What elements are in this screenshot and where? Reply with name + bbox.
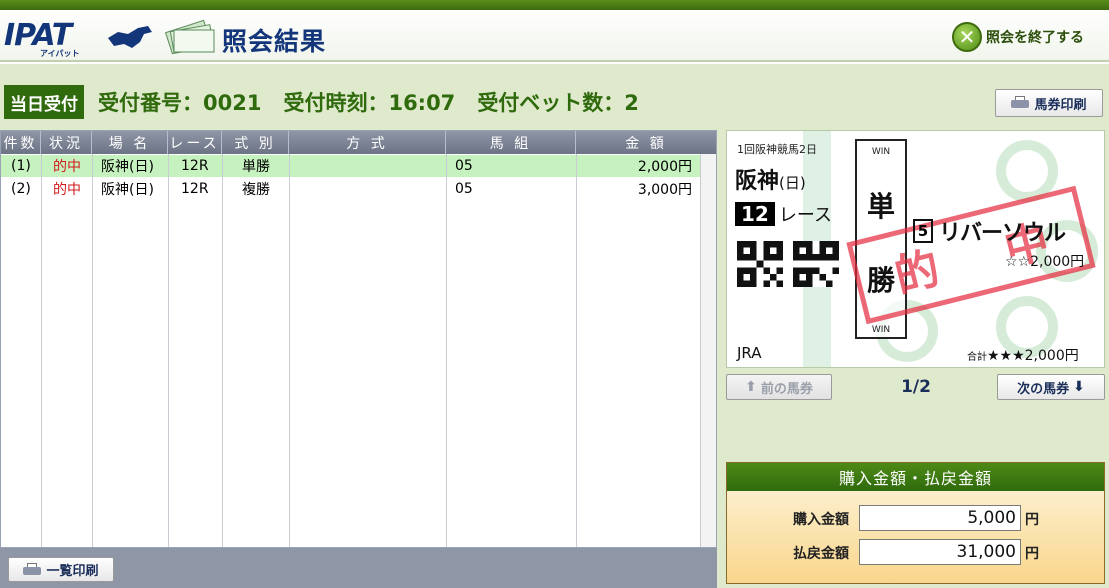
amount-summary-panel: 購入金額・払戻金額 購入金額 5,000 円 払戻金額 31,000 円 — [726, 462, 1105, 584]
receipt-time: 受付時刻：16:07 — [283, 91, 456, 115]
arrow-up-icon: ⬆ — [745, 379, 757, 395]
column-divider — [41, 154, 42, 547]
exit-inquiry-button[interactable]: ✕ 照会を終了する — [952, 20, 1104, 54]
cell-count: (2) — [11, 181, 31, 197]
summary-title: 購入金額・払戻金額 — [727, 463, 1104, 491]
col-header-status: 状況 — [41, 131, 92, 154]
ticket-amount: ☆☆2,000円 — [1005, 254, 1085, 270]
next-ticket-label: 次の馬券 — [1017, 381, 1070, 397]
cell-venue: 阪神(日) — [101, 182, 154, 198]
top-accent-bar — [0, 0, 1109, 10]
horse-number: 5 — [913, 219, 933, 243]
cell-venue: 阪神(日) — [101, 159, 154, 175]
ticket-venue: 阪神(日) — [735, 163, 806, 195]
page-title: 照会結果 — [222, 27, 327, 56]
purchase-unit: 円 — [1025, 512, 1039, 528]
ticket-day: (日) — [779, 174, 806, 192]
col-header-count: 件数 — [1, 131, 41, 154]
col-header-amount: 金 額 — [625, 135, 667, 152]
col-header-bet-type: 式 別 — [222, 131, 289, 154]
column-divider — [222, 154, 223, 547]
payout-row: 払戻金額 31,000 円 — [727, 539, 1106, 567]
ticket-race-label: レース — [778, 205, 832, 226]
list-print-button[interactable]: 一覧印刷 — [8, 557, 114, 582]
payout-label: 払戻金額 — [793, 546, 849, 562]
payout-amount-field: 31,000 — [859, 539, 1021, 565]
cell-status: 的中 — [53, 159, 81, 175]
ticket-meeting: 1回阪神競馬2日 — [737, 143, 817, 156]
column-divider — [576, 154, 577, 547]
main-area: 当日受付 受付番号：0021 受付時刻：16:07 受付ベット数：2 馬券印刷 … — [0, 64, 1109, 588]
receipt-number: 受付番号：0021 — [98, 91, 262, 115]
col-header-venue: 場 名 — [92, 131, 168, 154]
col-header-method: 方 式 — [289, 131, 446, 154]
cell-amount: 3,000円 — [637, 182, 692, 198]
purchase-label: 購入金額 — [793, 512, 849, 528]
qr-code-icon — [737, 241, 783, 287]
printer-icon — [1011, 96, 1030, 110]
cell-combination: 05 — [455, 158, 473, 174]
ticket-total-label: 合計 — [967, 352, 987, 363]
ticket-venue-name: 阪神 — [735, 169, 780, 194]
cell-race: 12R — [181, 158, 209, 174]
payout-unit: 円 — [1025, 546, 1039, 562]
bet-type-char-1: 単 — [866, 190, 895, 223]
header: IPAT アイパット 照会結果 ✕ 照会を終了する — [0, 10, 1109, 62]
cell-combination: 05 — [455, 181, 473, 197]
ipat-logo: IPAT アイパット — [4, 18, 154, 58]
cell-amount: 2,000円 — [637, 159, 692, 175]
table-row[interactable]: (2) 的中 阪神(日) 12R 複勝 05 3,000円 — [1, 178, 700, 200]
col-header-combination: 馬 組 — [446, 131, 576, 154]
table-scrollbar[interactable] — [700, 154, 716, 547]
table-header: 件数 状況 場 名 レース 式 別 方 式 馬 組 金 額 — [1, 131, 716, 154]
ticket-stack-icon — [164, 19, 215, 55]
column-divider — [92, 154, 93, 547]
ticket-horse: 5 リバーソウル — [913, 215, 1066, 247]
column-divider — [168, 154, 169, 547]
ticket-print-button[interactable]: 馬券印刷 — [995, 89, 1103, 117]
list-print-label: 一覧印刷 — [46, 564, 99, 579]
ticket-total: 合計★★★2,000円 — [967, 345, 1079, 365]
bet-count: 受付ベット数：2 — [477, 91, 639, 115]
exit-inquiry-label: 照会を終了する — [986, 30, 1084, 46]
close-icon: ✕ — [952, 22, 982, 52]
receipt-status-line: 当日受付 受付番号：0021 受付時刻：16:07 受付ベット数：2 — [4, 84, 639, 120]
horse-name: リバーソウル — [939, 221, 1066, 246]
ticket-print-label: 馬券印刷 — [1034, 97, 1087, 113]
printer-icon — [23, 562, 42, 577]
prev-ticket-button[interactable]: ⬆ 前の馬券 — [726, 374, 832, 400]
next-ticket-button[interactable]: 次の馬券 ⬇ — [997, 374, 1105, 400]
horse-icon — [108, 26, 152, 48]
logo-subtext: アイパット — [40, 49, 80, 58]
cell-race: 12R — [181, 181, 209, 197]
column-divider — [446, 154, 447, 547]
ticket-race-number: 12 — [735, 202, 775, 226]
ticket-navigation: ⬆ 前の馬券 1/2 次の馬券 ⬇ — [726, 372, 1105, 402]
ticket-jra: JRA — [737, 344, 762, 362]
cell-bet-type: 単勝 — [242, 159, 270, 175]
arrow-down-icon: ⬇ — [1073, 379, 1085, 395]
bet-list-table: 件数 状況 場 名 レース 式 別 方 式 馬 組 金 額 (1) 的中 阪神(… — [0, 130, 717, 548]
ticket-race: 12 レース — [735, 201, 832, 227]
col-header-race: レース — [168, 131, 222, 154]
column-divider — [289, 154, 290, 547]
purchase-amount-field: 5,000 — [859, 505, 1021, 531]
purchase-row: 購入金額 5,000 円 — [727, 505, 1106, 533]
qr-code-icon — [793, 241, 839, 287]
today-tag: 当日受付 — [4, 85, 84, 119]
prev-ticket-label: 前の馬券 — [760, 381, 813, 397]
table-row[interactable]: (1) 的中 阪神(日) 12R 単勝 05 2,000円 — [1, 155, 700, 177]
ticket-pager: 1/2 — [901, 377, 931, 397]
betting-ticket-image: 1回阪神競馬2日 阪神(日) 12 レース JRA WIN 単 勝 WIN 的 … — [726, 130, 1105, 368]
win-label-bottom: WIN — [871, 325, 891, 335]
ticket-total-value: ★★★2,000円 — [987, 348, 1079, 364]
win-label-top: WIN — [871, 147, 891, 157]
cell-count: (1) — [11, 158, 31, 174]
cell-status: 的中 — [53, 182, 81, 198]
cell-bet-type: 複勝 — [242, 182, 270, 198]
